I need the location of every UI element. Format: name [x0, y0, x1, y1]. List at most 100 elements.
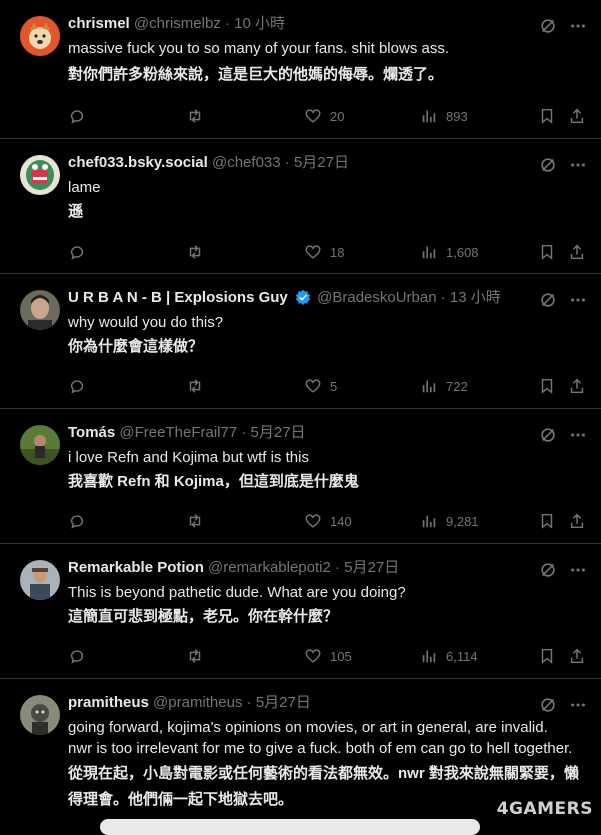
views-icon: [422, 380, 436, 393]
views-button[interactable]: 6,114: [420, 646, 478, 666]
grok-icon[interactable]: [539, 696, 557, 714]
timestamp[interactable]: 5月27日: [294, 154, 349, 171]
user-handle[interactable]: @BradeskoUrban: [317, 289, 436, 306]
post-chrismel[interactable]: chrismel @chrismelbz · 10 小時 massive fuc…: [0, 0, 601, 139]
bookmark-icon: [541, 648, 553, 664]
retweet-button[interactable]: [186, 511, 212, 531]
display-name[interactable]: chrismel: [68, 15, 130, 32]
timestamp[interactable]: 5月27日: [256, 694, 311, 711]
bookmark-button[interactable]: [538, 376, 564, 396]
user-handle[interactable]: @remarkablepoti2: [208, 559, 331, 576]
views-icon: [422, 650, 436, 663]
more-options-icon[interactable]: [569, 17, 587, 35]
more-options-icon[interactable]: [569, 291, 587, 309]
avatar[interactable]: [20, 425, 60, 465]
views-button[interactable]: 722: [420, 376, 468, 396]
like-button[interactable]: 5: [304, 376, 337, 396]
timestamp[interactable]: 5月27日: [251, 424, 306, 441]
reply-button[interactable]: [68, 242, 94, 262]
reply-button[interactable]: [68, 376, 94, 396]
like-count: 105: [330, 648, 352, 664]
action-bar: 20 893: [68, 106, 587, 126]
reply-button[interactable]: [68, 106, 94, 126]
views-button[interactable]: 9,281: [420, 511, 479, 531]
post-chef033[interactable]: chef033.bsky.social @chef033 · 5月27日 lam…: [0, 139, 601, 274]
post-text-en-line: nwr is too irrelevant for me to give a f…: [68, 740, 573, 757]
heart-icon: [305, 245, 321, 259]
retweet-button[interactable]: [186, 376, 212, 396]
like-button[interactable]: 140: [304, 511, 352, 531]
post-text-zh: 對你們許多粉絲來說，這是巨大的他媽的侮辱。爛透了。: [68, 66, 444, 83]
display-name[interactable]: chef033.bsky.social: [68, 154, 208, 171]
grok-icon[interactable]: [539, 561, 557, 579]
display-name[interactable]: U R B A N - B | Explosions Guy: [68, 289, 288, 306]
retweet-button[interactable]: [186, 646, 212, 666]
post-text-zh-line: 從現在起，小島對電影或任何藝術的看法都無效。nwr 對我來說無關緊要，懶: [68, 765, 579, 782]
avatar[interactable]: [20, 155, 60, 195]
retweet-button[interactable]: [186, 106, 212, 126]
view-count: 6,114: [446, 648, 478, 664]
avatar[interactable]: [20, 560, 60, 600]
like-count: 20: [330, 108, 345, 124]
more-options-icon[interactable]: [569, 696, 587, 714]
timestamp[interactable]: 13 小時: [450, 289, 501, 306]
avatar[interactable]: [20, 16, 60, 56]
user-handle[interactable]: @chef033: [212, 154, 281, 171]
more-options-icon[interactable]: [569, 426, 587, 444]
more-options-icon[interactable]: [569, 156, 587, 174]
more-options-icon[interactable]: [569, 561, 587, 579]
share-button[interactable]: [568, 646, 594, 666]
grok-icon[interactable]: [539, 156, 557, 174]
like-button[interactable]: 105: [304, 646, 352, 666]
user-handle[interactable]: @FreeTheFrail77: [119, 424, 237, 441]
display-name[interactable]: Tomás: [68, 424, 115, 441]
retweet-button[interactable]: [186, 242, 212, 262]
action-bar: 5 722: [68, 376, 587, 396]
bookmark-button[interactable]: [538, 242, 564, 262]
share-button[interactable]: [568, 511, 594, 531]
bookmark-button[interactable]: [538, 511, 564, 531]
like-button[interactable]: 18: [304, 242, 344, 262]
user-handle[interactable]: @pramitheus: [153, 694, 242, 711]
user-handle[interactable]: @chrismelbz: [134, 15, 221, 32]
heart-icon: [305, 379, 321, 393]
timestamp[interactable]: 5月27日: [344, 559, 399, 576]
grok-icon[interactable]: [539, 291, 557, 309]
like-button[interactable]: 20: [304, 106, 344, 126]
reply-icon: [70, 246, 84, 260]
post-tomas[interactable]: Tomás @FreeTheFrail77 · 5月27日 i love Ref…: [0, 409, 601, 544]
reply-button[interactable]: [68, 646, 94, 666]
post-text-en: i love Refn and Kojima but wtf is this: [68, 449, 309, 466]
view-count: 722: [446, 378, 468, 394]
post-text-zh: 這簡直可悲到極點，老兄。你在幹什麼？: [68, 608, 339, 625]
bookmark-button[interactable]: [538, 646, 564, 666]
reply-icon: [70, 650, 84, 664]
avatar[interactable]: [20, 290, 60, 330]
share-button[interactable]: [568, 106, 594, 126]
separator-dot: ·: [440, 289, 446, 306]
post-text-en: why would you do this?: [68, 314, 224, 331]
post-urban-b[interactable]: U R B A N - B | Explosions Guy @Bradesko…: [0, 274, 601, 409]
post-pramitheus[interactable]: pramitheus @pramitheus · 5月27日 going for…: [0, 679, 601, 835]
post-text-en: massive fuck you to so many of your fans…: [68, 40, 449, 57]
display-name[interactable]: pramitheus: [68, 694, 149, 711]
bookmark-button[interactable]: [538, 106, 564, 126]
share-button[interactable]: [568, 242, 594, 262]
post-header: Tomás @FreeTheFrail77 · 5月27日: [68, 423, 541, 443]
views-button[interactable]: 893: [420, 106, 468, 126]
bottom-pill: [100, 819, 480, 835]
retweet-icon: [189, 109, 201, 123]
display-name[interactable]: Remarkable Potion: [68, 559, 204, 576]
reply-button[interactable]: [68, 511, 94, 531]
bookmark-icon: [541, 244, 553, 260]
grok-icon[interactable]: [539, 17, 557, 35]
share-button[interactable]: [568, 376, 594, 396]
timestamp[interactable]: 10 小時: [234, 15, 285, 32]
reply-icon: [70, 515, 84, 529]
views-button[interactable]: 1,608: [420, 242, 479, 262]
post-remarkable-potion[interactable]: Remarkable Potion @remarkablepoti2 · 5月2…: [0, 544, 601, 679]
heart-icon: [305, 109, 321, 123]
post-text-en-line: going forward, kojima's opinions on movi…: [68, 719, 548, 736]
avatar[interactable]: [20, 695, 60, 735]
grok-icon[interactable]: [539, 426, 557, 444]
